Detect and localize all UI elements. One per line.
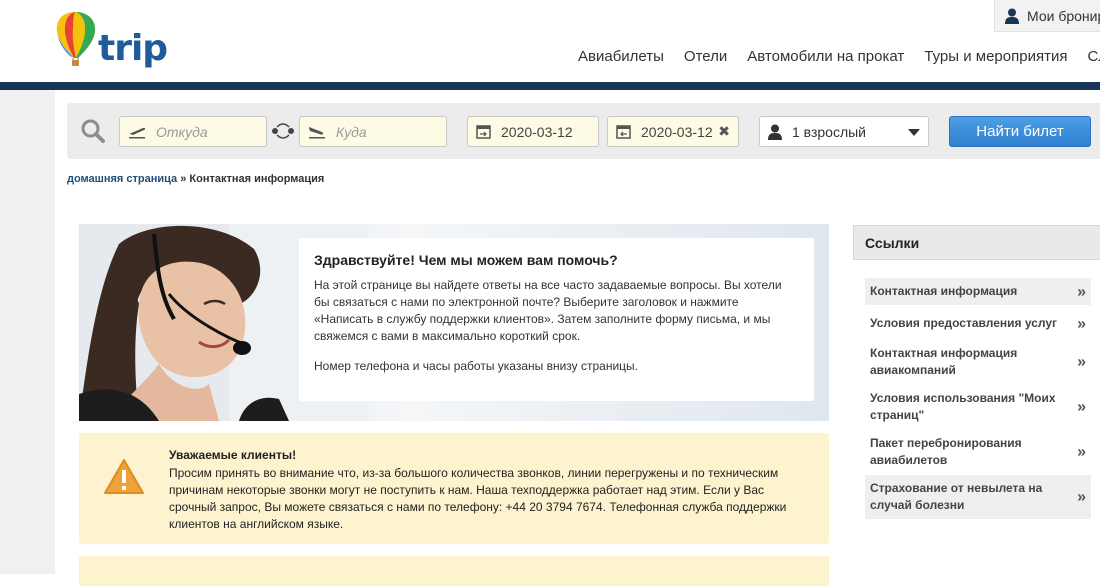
origin-placeholder: Откуда (156, 123, 208, 140)
link-label: Контактная информация авиакомпаний (870, 346, 1018, 377)
find-ticket-button[interactable]: Найти билет (949, 116, 1091, 147)
destination-placeholder: Куда (336, 123, 367, 140)
nav-hotels[interactable]: Отели (684, 48, 727, 65)
person-icon (768, 124, 782, 140)
caret-down-icon (908, 129, 920, 136)
header-strip (0, 82, 1100, 90)
link-contact-info[interactable]: Контактная информация » (865, 278, 1091, 305)
depart-date-value: 2020-03-12 (501, 123, 573, 140)
user-icon (1005, 8, 1019, 24)
notice-title: Уважаемые клиенты! (169, 448, 297, 462)
link-rebooking-package[interactable]: Пакет перебронирования авиабилетов » (865, 430, 1091, 474)
links-heading: Ссылки (853, 225, 1100, 260)
my-bookings-label: Мои бронир (1027, 7, 1100, 24)
nav-more[interactable]: Сл (1087, 48, 1100, 65)
search-icon (81, 119, 105, 143)
plane-landing-icon (309, 126, 325, 138)
breadcrumb: домашняя страница » Контактная информаци… (67, 173, 324, 185)
nav-flights[interactable]: Авиабилеты (578, 48, 664, 65)
second-notice (79, 556, 829, 586)
plane-takeoff-icon (129, 127, 146, 138)
chevron-right-icon: » (1077, 443, 1086, 461)
link-label: Условия предоставления услуг (870, 316, 1058, 330)
passengers-value: 1 взрослый (792, 123, 866, 140)
swap-direction-icon[interactable] (271, 122, 295, 140)
left-margin-band (0, 90, 55, 574)
link-label: Контактная информация (870, 284, 1018, 298)
clear-return-date-icon[interactable]: ✖ (718, 123, 730, 140)
chevron-right-icon: » (1077, 283, 1086, 300)
link-airline-contacts[interactable]: Контактная информация авиакомпаний » (865, 340, 1091, 384)
link-my-pages-terms[interactable]: Условия использования "Моих страниц" » (865, 385, 1091, 429)
help-title: Здравствуйте! Чем мы можем вам помочь? (314, 252, 618, 268)
link-label: Условия использования "Моих страниц" (870, 391, 1056, 422)
return-date-value: 2020-03-12 (641, 123, 713, 140)
calendar-return-icon (616, 125, 631, 139)
chevron-right-icon: » (1077, 353, 1086, 371)
breadcrumb-home[interactable]: домашняя страница (67, 173, 177, 185)
chevron-right-icon: » (1077, 488, 1086, 506)
passengers-select[interactable]: 1 взрослый (759, 116, 929, 147)
nav-car-rental[interactable]: Автомобили на прокат (747, 48, 904, 65)
chevron-right-icon: » (1077, 398, 1086, 416)
site-header: trip Мои бронир Авиабилеты Отели Автомоб… (0, 0, 1100, 82)
calendar-depart-icon (476, 125, 491, 139)
link-sickness-insurance[interactable]: Страхование от невылета на случай болезн… (865, 475, 1091, 519)
depart-date-input[interactable]: 2020-03-12 (467, 116, 599, 147)
notice-body: Просим принять во внимание что, из-за бо… (169, 466, 787, 531)
breadcrumb-separator: » (180, 173, 187, 185)
main-nav: Авиабилеты Отели Автомобили на прокат Ту… (578, 48, 1100, 65)
logo-text[interactable]: trip (98, 28, 168, 69)
origin-input[interactable]: Откуда (119, 116, 267, 147)
link-terms-of-service[interactable]: Условия предоставления услуг » (865, 310, 1091, 337)
return-date-input[interactable]: 2020-03-12 ✖ (607, 116, 739, 147)
chevron-right-icon: » (1077, 315, 1086, 332)
link-label: Пакет перебронирования авиабилетов (870, 436, 1022, 467)
help-phone-note: Номер телефона и часы работы указаны вни… (314, 359, 638, 373)
link-label: Страхование от невылета на случай болезн… (870, 481, 1043, 512)
help-paragraph: На этой странице вы найдете ответы на вс… (314, 278, 782, 343)
warning-icon (104, 459, 144, 494)
my-bookings-button[interactable]: Мои бронир (994, 0, 1100, 32)
nav-tours[interactable]: Туры и мероприятия (924, 48, 1067, 65)
help-intro-card: Здравствуйте! Чем мы можем вам помочь? Н… (299, 238, 814, 401)
destination-input[interactable]: Куда (299, 116, 447, 147)
notice-text: Уважаемые клиенты! Просим принять во вни… (169, 447, 809, 533)
breadcrumb-current: Контактная информация (189, 173, 325, 185)
